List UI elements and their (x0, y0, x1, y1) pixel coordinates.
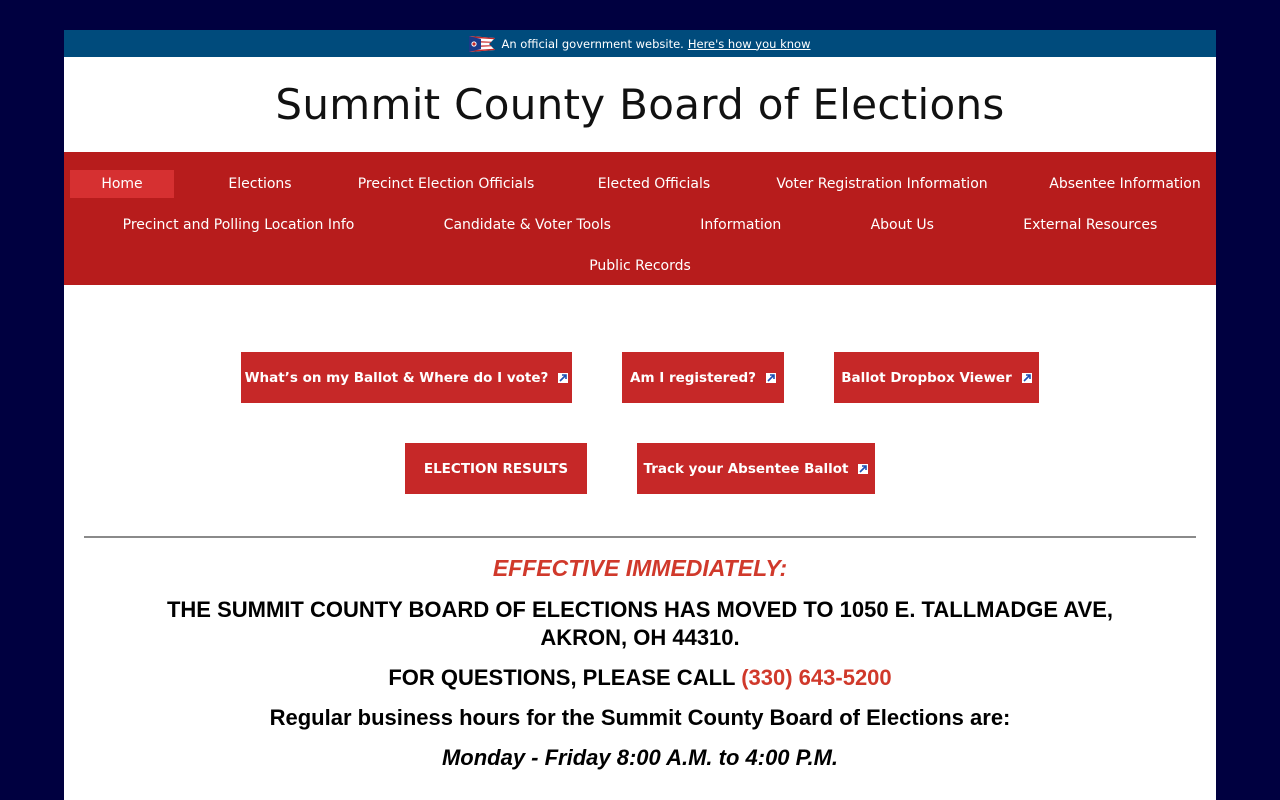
section-divider (84, 536, 1196, 538)
nav-item-absentee-information[interactable]: Absentee Information (1040, 170, 1210, 198)
gov-banner: An official government website. Here's h… (64, 30, 1216, 57)
call-prefix: FOR QUESTIONS, PLEASE CALL (388, 665, 736, 690)
nav-item-elections[interactable]: Elections (212, 170, 308, 198)
ballot-lookup-label: What’s on my Ballot & Where do I vote? (244, 369, 549, 386)
am-i-registered-label: Am I registered? (630, 369, 756, 386)
relocation-notice: EFFECTIVE IMMEDIATELY: THE SUMMIT COUNTY… (64, 555, 1216, 771)
am-i-registered-button[interactable]: Am I registered? (622, 352, 784, 403)
business-hours: Monday - Friday 8:00 A.M. to 4:00 P.M. (441, 745, 839, 770)
nav-item-precinct-polling-location[interactable]: Precinct and Polling Location Info (123, 211, 355, 239)
election-results-button[interactable]: ELECTION RESULTS (405, 443, 587, 494)
nav-row: Public Records (64, 245, 1216, 286)
page-container: An official government website. Here's h… (64, 30, 1216, 800)
external-link-icon (766, 372, 776, 383)
election-results-label: ELECTION RESULTS (423, 460, 569, 477)
business-hours-heading: Regular business hours for the Summit Co… (269, 705, 1011, 730)
track-absentee-ballot-label: Track your Absentee Ballot (643, 460, 849, 477)
nav-item-public-records[interactable]: Public Records (589, 252, 691, 280)
nav-item-information[interactable]: Information (700, 211, 781, 239)
ohio-flag-icon (469, 35, 496, 52)
nav-item-external-resources[interactable]: External Resources (1023, 211, 1157, 239)
gov-banner-text: An official government website. (501, 36, 684, 51)
ballot-lookup-button[interactable]: What’s on my Ballot & Where do I vote? (241, 352, 572, 403)
nav-item-precinct-election-officials[interactable]: Precinct Election Officials (346, 170, 546, 198)
how-you-know-link[interactable]: Here's how you know (688, 37, 811, 51)
nav-item-about-us[interactable]: About Us (871, 211, 934, 239)
effective-heading: EFFECTIVE IMMEDIATELY: (492, 555, 788, 581)
ballot-dropbox-viewer-label: Ballot Dropbox Viewer (841, 369, 1012, 386)
main-navigation: Home Elections Precinct Election Officia… (64, 152, 1216, 285)
track-absentee-ballot-button[interactable]: Track your Absentee Ballot (637, 443, 875, 494)
quick-links: What’s on my Ballot & Where do I vote? A… (64, 285, 1216, 535)
ballot-dropbox-viewer-button[interactable]: Ballot Dropbox Viewer (834, 352, 1039, 403)
nav-item-candidate-voter-tools[interactable]: Candidate & Voter Tools (444, 211, 611, 239)
external-link-icon (858, 463, 869, 474)
nav-item-home[interactable]: Home (70, 169, 174, 198)
moved-announcement: THE SUMMIT COUNTY BOARD OF ELECTIONS HAS… (166, 597, 1114, 650)
external-link-icon (558, 372, 569, 383)
nav-row: Home Elections Precinct Election Officia… (64, 163, 1216, 204)
site-title[interactable]: Summit County Board of Elections (64, 57, 1216, 152)
phone-number[interactable]: (330) 643-5200 (741, 665, 891, 690)
nav-row: Precinct and Polling Location Info Candi… (64, 204, 1216, 245)
external-link-icon (1021, 372, 1032, 383)
nav-item-elected-officials[interactable]: Elected Officials (584, 170, 724, 198)
nav-item-voter-registration[interactable]: Voter Registration Information (762, 170, 1002, 198)
questions-line: FOR QUESTIONS, PLEASE CALL (330) 643-520… (64, 665, 1216, 691)
